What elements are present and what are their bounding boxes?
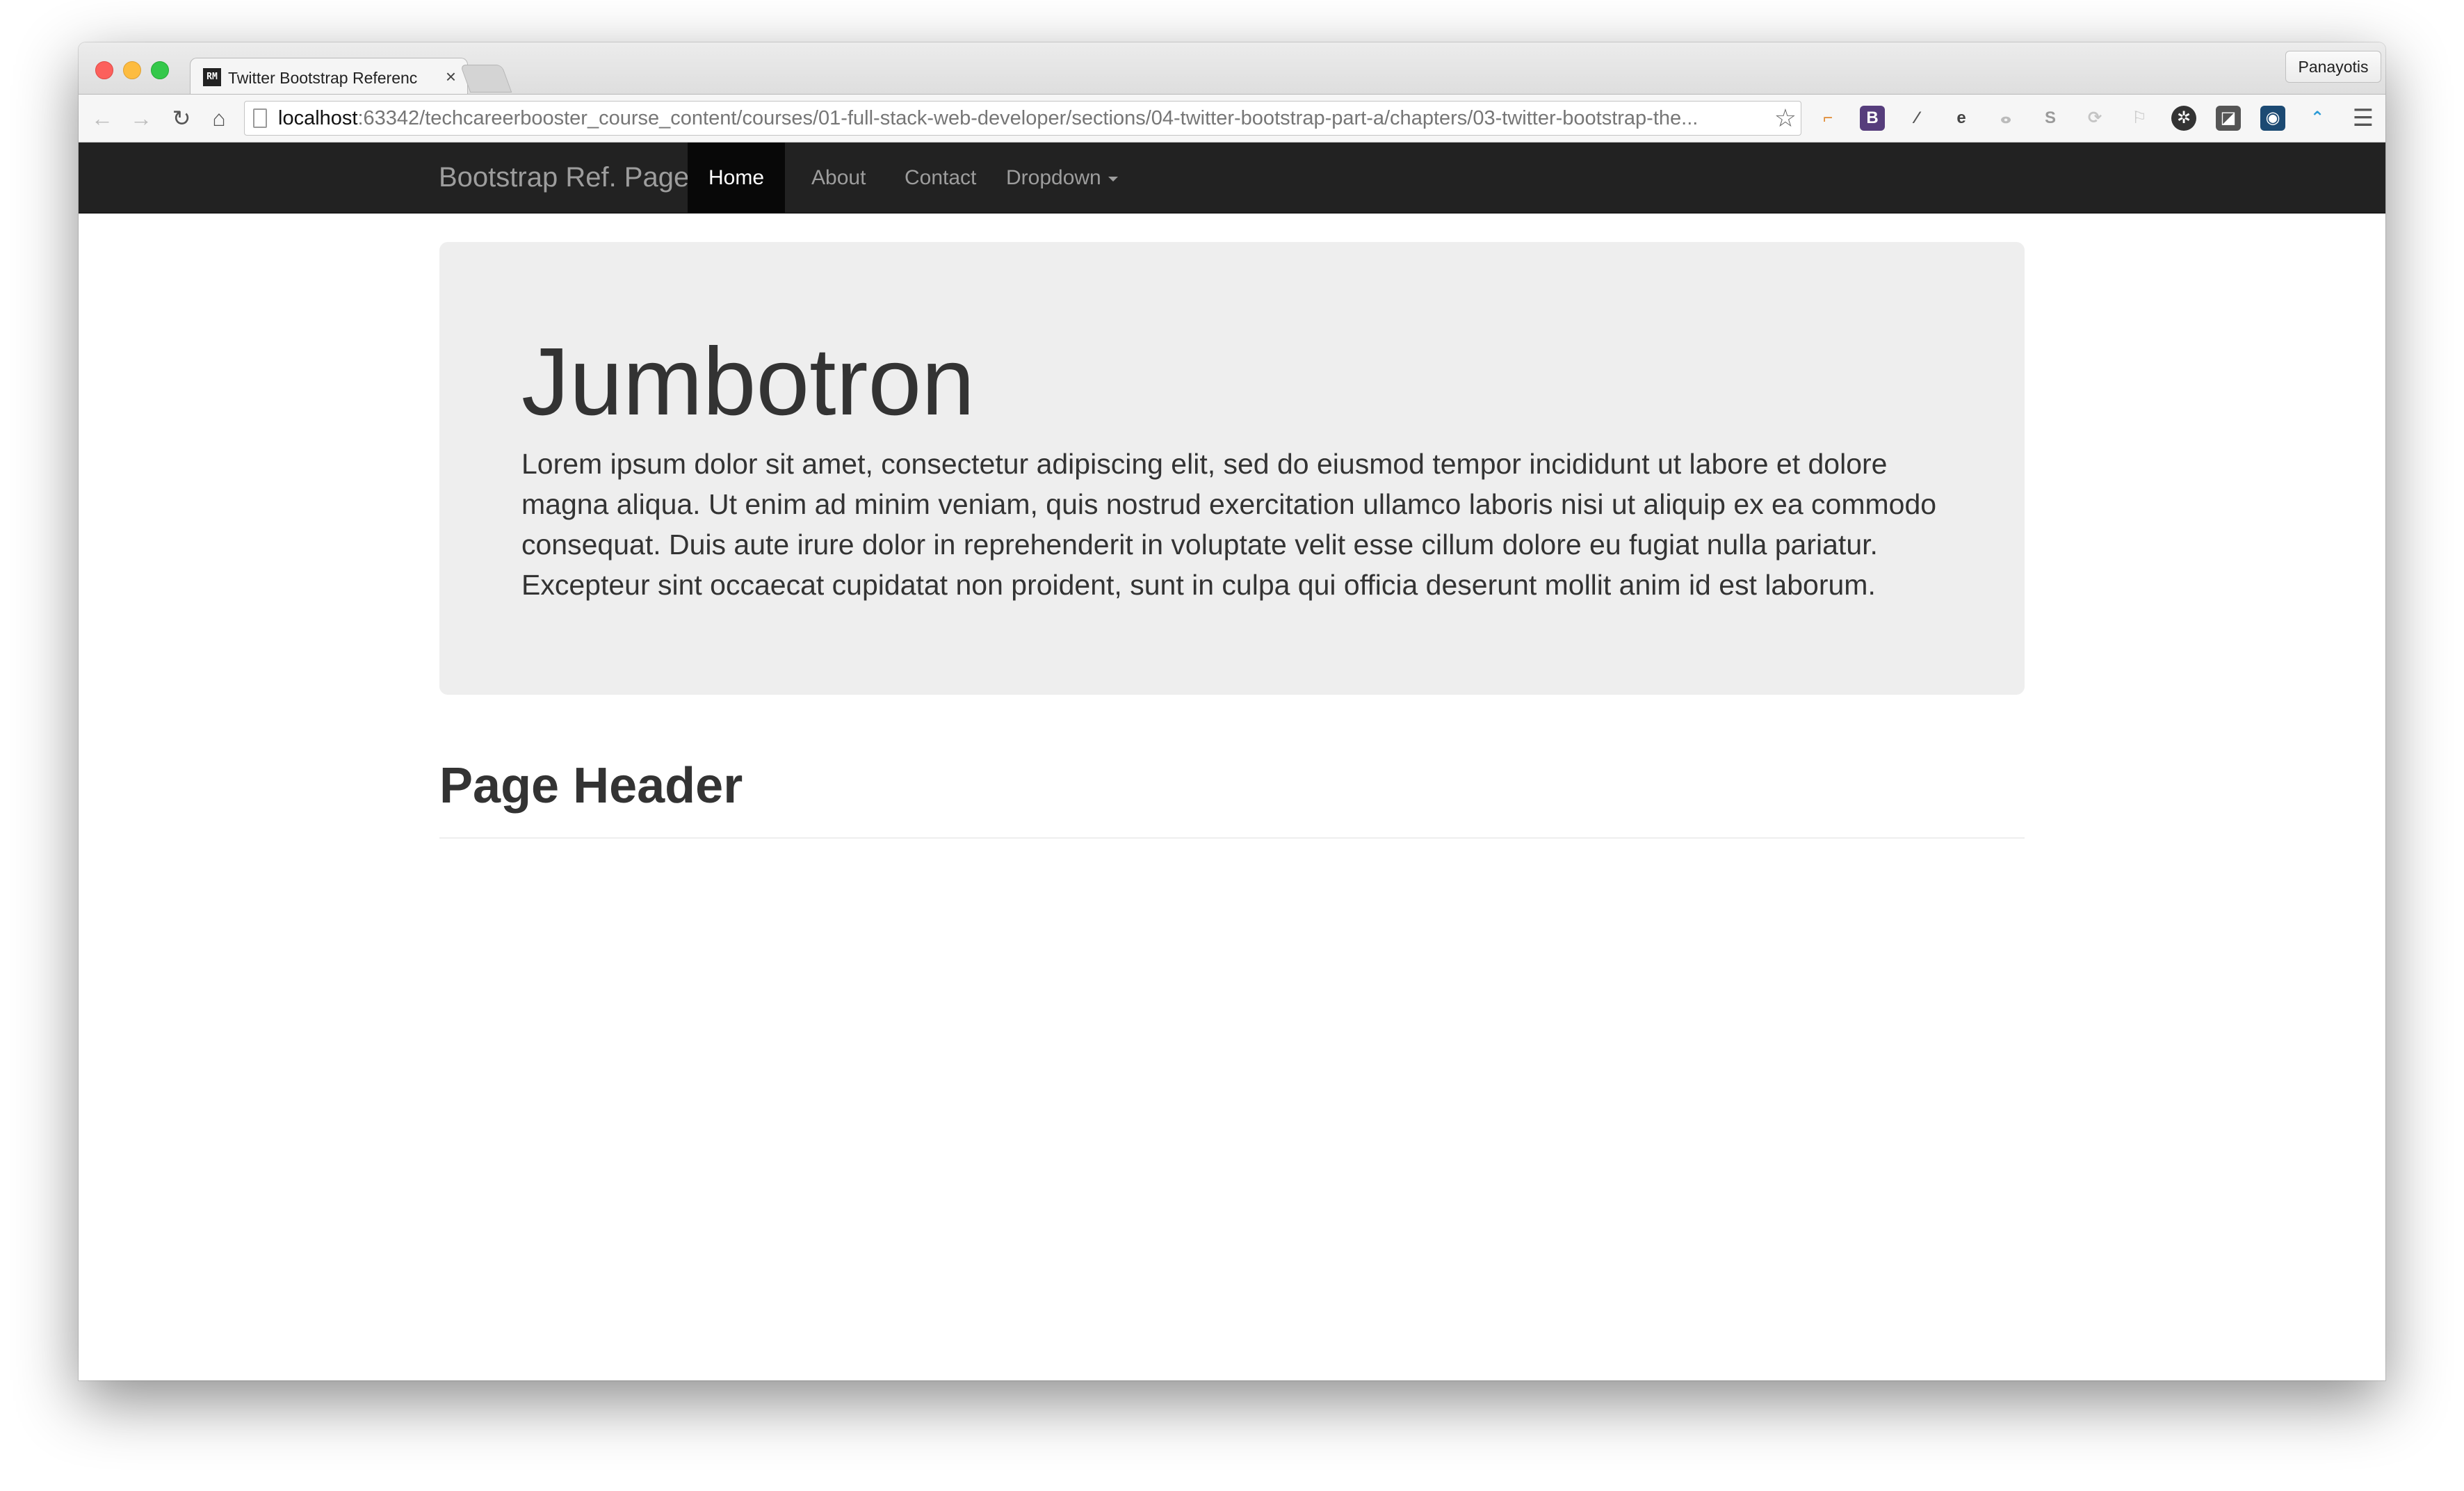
browser-tab[interactable]: RM Twitter Bootstrap Referenc × (190, 58, 468, 95)
evernote-ext-icon[interactable]: e (1949, 106, 1974, 131)
nav-item-home[interactable]: Home (688, 143, 786, 213)
flag-ext-icon[interactable]: ⚐ (2127, 106, 2152, 131)
jumbotron: Jumbotron Lorem ipsum dolor sit amet, co… (439, 242, 2025, 695)
sync-ext-icon[interactable]: ⟳ (2082, 106, 2107, 131)
browser-window: RM Twitter Bootstrap Referenc × Panayoti… (79, 42, 2385, 1380)
caret-down-icon (1108, 176, 1118, 182)
back-arrow-icon[interactable]: ← (88, 104, 116, 132)
bootstrap-ext-icon[interactable]: B (1860, 106, 1885, 131)
forward-arrow-icon[interactable]: → (127, 104, 155, 132)
url-path: :63342/techcareerbooster_course_content/… (357, 107, 1699, 129)
navbar-brand[interactable]: Bootstrap Ref. Page (439, 143, 689, 213)
page-icon (253, 108, 267, 128)
jumbotron-text: Lorem ipsum dolor sit amet, consectetur … (521, 448, 1937, 601)
jumbotron-title: Jumbotron (521, 328, 975, 435)
page-header: Page Header (439, 745, 2025, 839)
browser-toolbar: ← → ↻ ⌂ localhost:63342/techcareerbooste… (79, 94, 2385, 143)
tab-title: Twitter Bootstrap Referenc (228, 69, 418, 87)
home-icon[interactable]: ⌂ (205, 104, 233, 132)
address-bar[interactable]: localhost:63342/techcareerbooster_course… (244, 101, 1801, 136)
dropdown-label: Dropdown (1006, 166, 1101, 189)
close-window-button[interactable] (95, 61, 113, 79)
url-text: localhost:63342/techcareerbooster_course… (278, 102, 1752, 135)
eyedropper-ext-icon[interactable]: ⁄ (1904, 106, 1929, 131)
navbar: Bootstrap Ref. Page Home About Contact D… (79, 143, 2385, 213)
tree-ext-icon[interactable]: ⴰ (1993, 106, 2018, 131)
reload-icon[interactable]: ↻ (168, 104, 195, 132)
nav-item-dropdown[interactable]: Dropdown (996, 143, 1128, 213)
lock-ext-icon[interactable]: ◉ (2260, 106, 2285, 131)
maximize-window-button[interactable] (151, 61, 169, 79)
url-host: localhost (278, 107, 358, 129)
bookmark-star-icon[interactable]: ☆ (1774, 104, 1797, 132)
tab-strip: RM Twitter Bootstrap Referenc × Panayoti… (79, 42, 2385, 95)
analytics-ext-icon[interactable]: ⌃ (2305, 106, 2330, 131)
menu-icon[interactable]: ☰ (2349, 104, 2377, 132)
nav-item-about[interactable]: About (802, 143, 875, 213)
page-header-title: Page Header (439, 758, 743, 814)
settings-ext-icon[interactable]: ✲ (2171, 106, 2196, 131)
skype-ext-icon[interactable]: S (2038, 106, 2063, 131)
minimize-window-button[interactable] (123, 61, 141, 79)
profile-button[interactable]: Panayotis (2285, 51, 2381, 83)
tab-close-icon[interactable]: × (446, 65, 456, 88)
page-favicon-icon: RM (203, 68, 221, 86)
bookmark-ext-icon[interactable]: ⌐ (1815, 106, 1840, 131)
nav-item-contact[interactable]: Contact (895, 143, 986, 213)
note-ext-icon[interactable]: ◪ (2216, 106, 2241, 131)
